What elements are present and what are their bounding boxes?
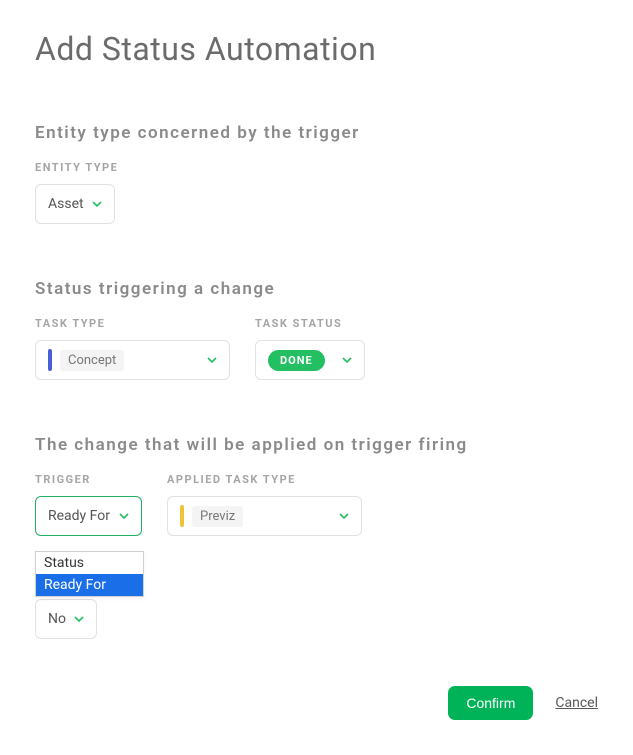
entity-type-value: Asset	[48, 196, 84, 212]
entity-type-select[interactable]: Asset	[35, 184, 115, 224]
section-change-applied: The change that will be applied on trigg…	[35, 435, 598, 639]
task-type-field-label: TASK TYPE	[35, 317, 230, 330]
chevron-down-icon	[342, 355, 352, 365]
chevron-down-icon	[74, 614, 84, 624]
section-entity-type-label: Entity type concerned by the trigger	[35, 123, 598, 143]
task-type-color-bar	[48, 349, 52, 371]
revision-value: No	[48, 611, 66, 627]
dialog-actions: Confirm Cancel	[448, 686, 598, 720]
task-type-select[interactable]: Concept	[35, 340, 230, 380]
trigger-option-ready-for[interactable]: Ready For	[36, 574, 143, 596]
section-status-trigger: Status triggering a change TASK TYPE Con…	[35, 279, 598, 380]
trigger-field-label: TRIGGER	[35, 473, 142, 486]
task-status-pill: DONE	[268, 350, 325, 371]
chevron-down-icon	[119, 511, 129, 521]
chevron-down-icon	[339, 511, 349, 521]
entity-type-field-label: ENTITY TYPE	[35, 161, 598, 174]
trigger-value: Ready For	[48, 508, 110, 524]
chevron-down-icon	[207, 355, 217, 365]
revision-select[interactable]: No	[35, 599, 97, 639]
trigger-option-status[interactable]: Status	[36, 552, 143, 574]
chevron-down-icon	[92, 199, 102, 209]
confirm-button[interactable]: Confirm	[448, 686, 533, 720]
section-status-trigger-label: Status triggering a change	[35, 279, 598, 299]
task-status-select[interactable]: DONE	[255, 340, 365, 380]
page-title: Add Status Automation	[35, 30, 598, 68]
task-status-field-label: TASK STATUS	[255, 317, 365, 330]
task-type-value: Concept	[60, 350, 124, 371]
trigger-select[interactable]: Ready For	[35, 496, 142, 536]
applied-task-type-color-bar	[180, 505, 184, 527]
applied-task-type-value: Previz	[192, 506, 243, 527]
applied-task-type-field-label: APPLIED TASK TYPE	[167, 473, 362, 486]
cancel-link[interactable]: Cancel	[555, 695, 598, 711]
trigger-dropdown: Status Ready For	[35, 551, 144, 597]
applied-task-type-select[interactable]: Previz	[167, 496, 362, 536]
section-change-applied-label: The change that will be applied on trigg…	[35, 435, 598, 455]
section-entity-type: Entity type concerned by the trigger ENT…	[35, 123, 598, 224]
